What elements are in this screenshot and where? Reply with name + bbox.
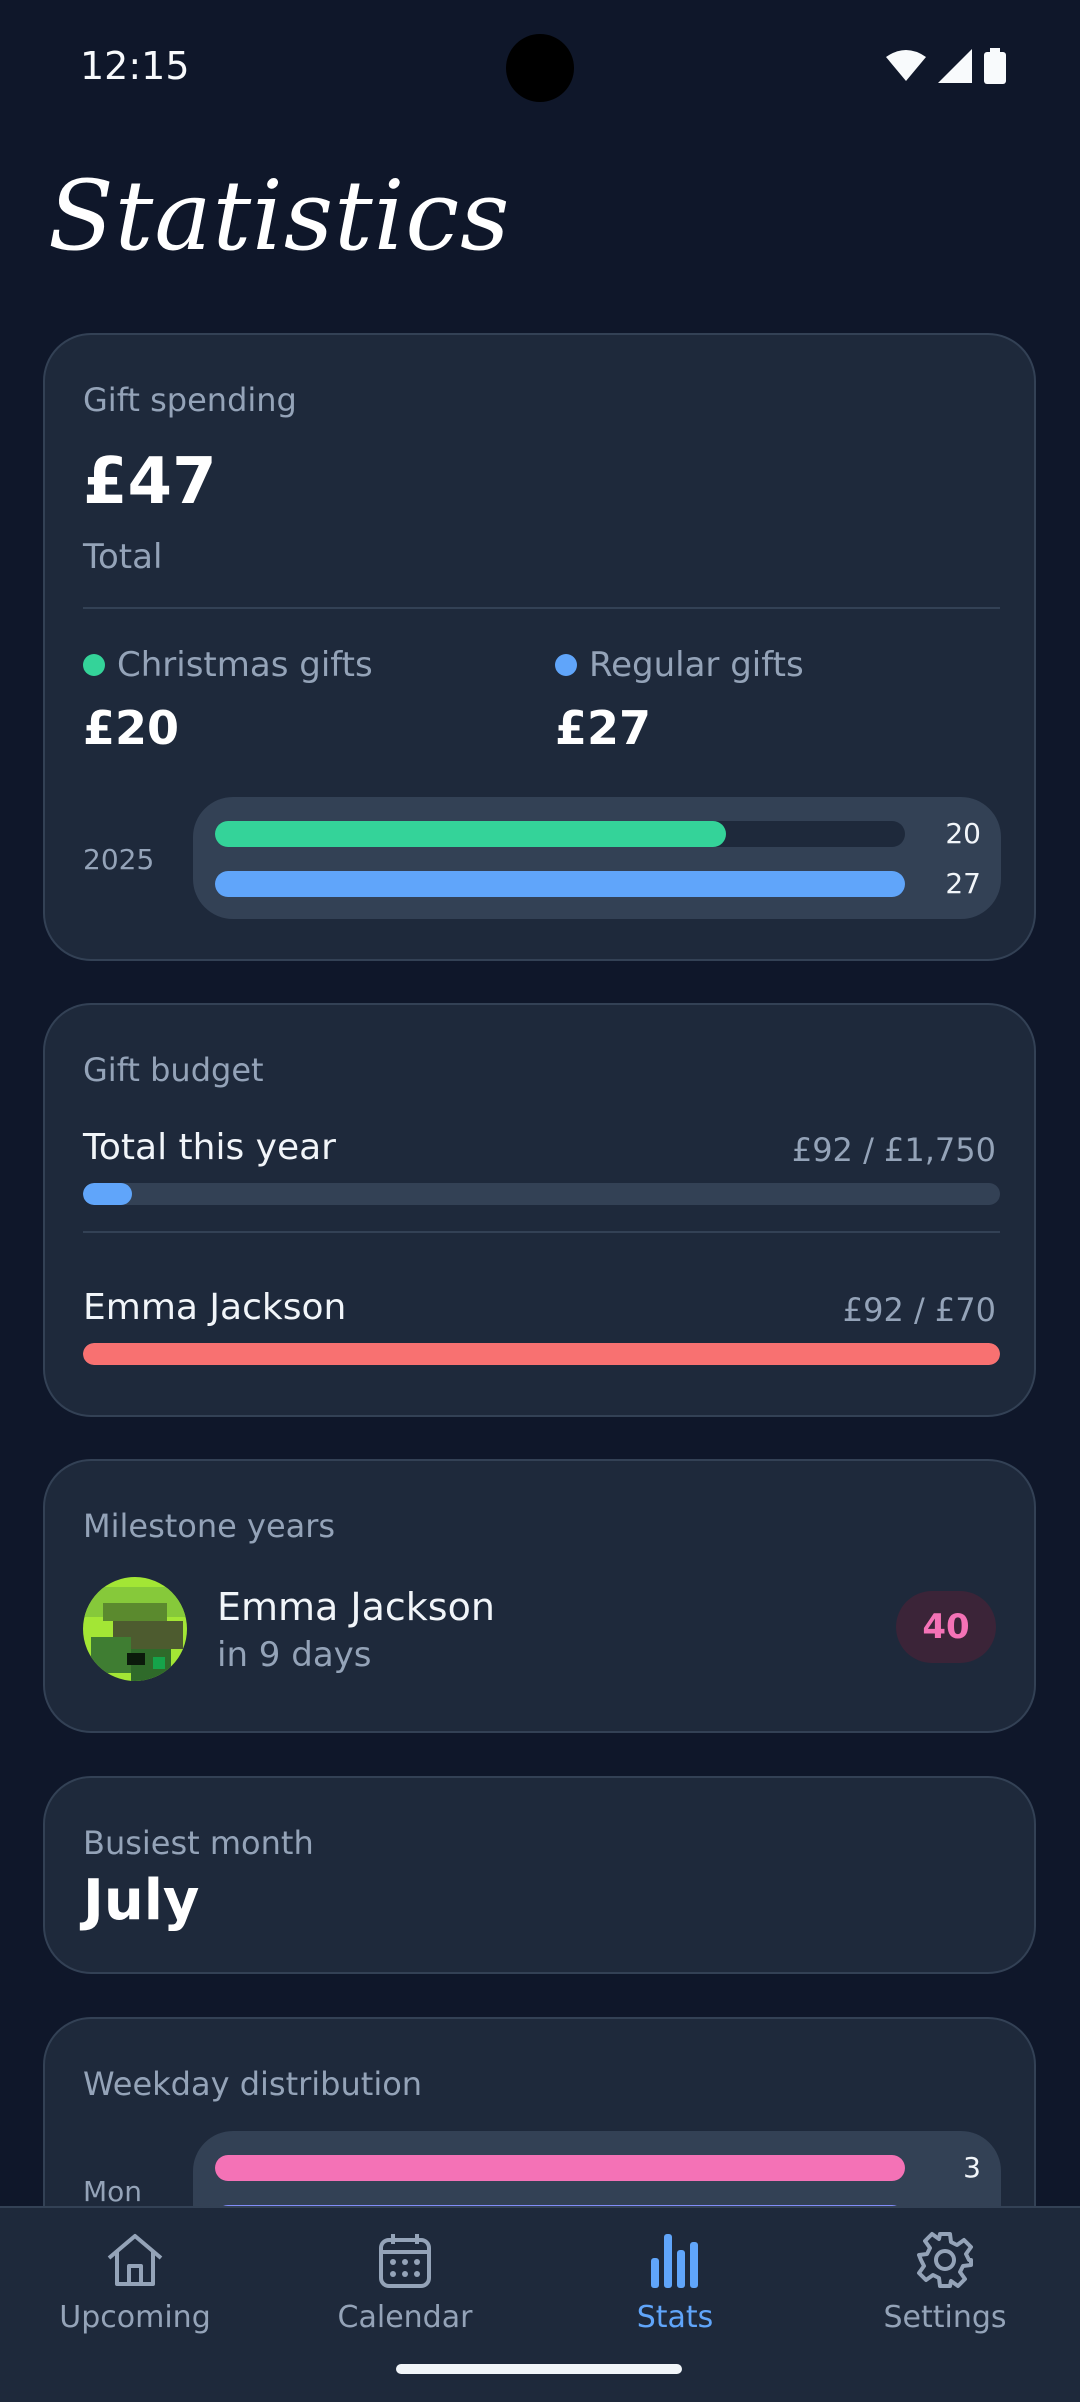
budget-total-label: Total this year <box>83 1127 336 1168</box>
legend-christmas: Christmas gifts <box>83 645 373 685</box>
budget-total-progress <box>83 1183 1000 1205</box>
avatar <box>83 1577 187 1681</box>
christmas-bar-track <box>215 821 905 847</box>
card-title: Milestone years <box>83 1507 336 1545</box>
busiest-value: July <box>83 1868 200 1933</box>
milestone-name: Emma Jackson <box>217 1585 495 1629</box>
divider <box>83 607 1000 609</box>
budget-total-fill <box>83 1183 132 1205</box>
year-label: 2025 <box>83 843 155 876</box>
christmas-amount: £20 <box>83 701 180 755</box>
budget-person-progress <box>83 1343 1000 1365</box>
regular-amount: £27 <box>555 701 652 755</box>
nav-label: Calendar <box>337 2300 473 2335</box>
regular-bar <box>215 871 905 897</box>
legend-regular: Regular gifts <box>555 645 804 685</box>
card-title: Gift spending <box>83 381 297 419</box>
total-label: Total <box>83 537 163 577</box>
calendar-icon <box>379 2234 431 2288</box>
christmas-bar-value: 20 <box>945 817 981 850</box>
busiest-label: Busiest month <box>83 1824 314 1862</box>
nav-settings[interactable]: Settings <box>810 2228 1080 2335</box>
budget-person-label: Emma Jackson <box>83 1287 347 1328</box>
christmas-label: Christmas gifts <box>117 645 373 685</box>
battery-icon <box>984 48 1006 84</box>
total-amount: £47 <box>83 445 217 519</box>
nav-label: Upcoming <box>59 2300 211 2335</box>
card-title: Gift budget <box>83 1051 264 1089</box>
status-icons <box>886 48 1006 84</box>
budget-person-fill <box>83 1343 1000 1365</box>
home-icon <box>107 2234 163 2286</box>
card-title: Weekday distribution <box>83 2065 423 2103</box>
bar-chart-icon <box>651 2234 698 2288</box>
nav-label: Stats <box>636 2300 714 2335</box>
budget-total-value: £92 / £1,750 <box>791 1131 996 1169</box>
signal-icon <box>938 49 972 83</box>
busiest-month-card: Busiest month July <box>43 1776 1036 1974</box>
weekday-label-mon: Mon <box>83 2175 143 2208</box>
weekday-bar-value: 3 <box>963 2151 981 2184</box>
divider <box>83 1231 1000 1233</box>
home-indicator[interactable] <box>396 2364 682 2374</box>
spending-bars: 20 27 <box>193 797 1001 919</box>
weekday-bar-track <box>215 2155 905 2181</box>
status-bar: 12:15 <box>0 0 1080 135</box>
gift-budget-card: Gift budget Total this year £92 / £1,750… <box>43 1003 1036 1417</box>
christmas-bar <box>215 821 727 847</box>
page-title: Statistics <box>48 160 511 272</box>
budget-person-value: £92 / £70 <box>842 1291 996 1329</box>
milestone-age-badge: 40 <box>896 1591 996 1663</box>
regular-bar-value: 27 <box>945 867 981 900</box>
milestone-card[interactable]: Milestone years Emma Jackson in 9 days 4… <box>43 1459 1036 1733</box>
regular-bar-track <box>215 871 905 897</box>
regular-dot <box>555 654 577 676</box>
nav-stats[interactable]: Stats <box>540 2228 810 2335</box>
weekday-bar-mon <box>215 2155 905 2181</box>
gift-spending-card: Gift spending £47 Total Christmas gifts … <box>43 333 1036 961</box>
status-time: 12:15 <box>80 44 190 88</box>
nav-calendar[interactable]: Calendar <box>270 2228 540 2335</box>
regular-label: Regular gifts <box>589 645 804 685</box>
nav-upcoming[interactable]: Upcoming <box>0 2228 270 2335</box>
wifi-icon <box>886 50 926 81</box>
camera-cutout <box>506 34 574 102</box>
christmas-dot <box>83 654 105 676</box>
nav-label: Settings <box>883 2300 1007 2335</box>
milestone-countdown: in 9 days <box>217 1635 372 1675</box>
gear-icon <box>917 2232 973 2288</box>
